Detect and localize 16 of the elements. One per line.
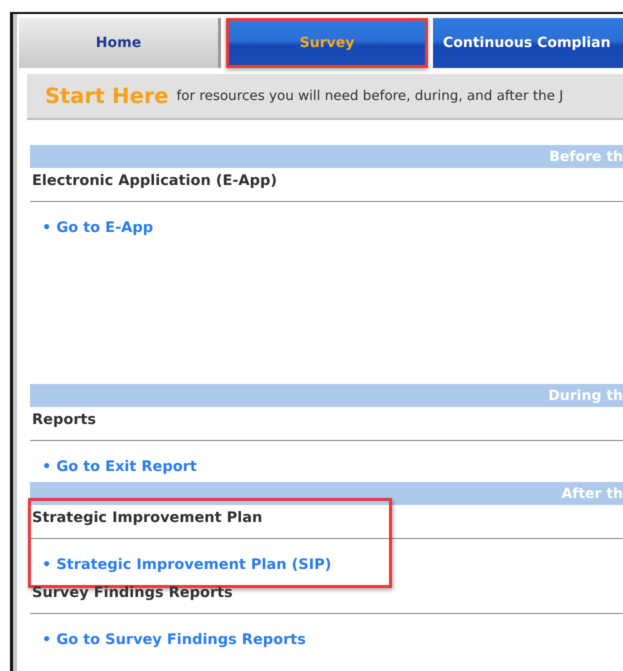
resource-link[interactable]: • Strategic Improvement Plan (SIP)	[42, 557, 332, 573]
section-title: After th	[561, 486, 623, 502]
resource-link[interactable]: • Go to Exit Report	[42, 459, 197, 475]
section-title: During th	[548, 388, 623, 404]
group-heading: Reports	[31, 411, 98, 430]
group-heading: Electronic Application (E-App)	[31, 172, 278, 191]
group-heading: Strategic Improvement Plan	[31, 509, 264, 528]
resource-link[interactable]: • Go to Survey Findings Reports	[42, 632, 306, 648]
nav-tab[interactable]: Continuous Complian	[433, 18, 623, 68]
nav-tab[interactable]: Home	[19, 18, 221, 68]
nav-tab[interactable]: Survey	[226, 18, 428, 68]
banner-title: Start Here	[45, 84, 168, 108]
banner-text: for resources you will need before, during, and after the J	[176, 88, 564, 104]
group-heading: Survey Findings Reports	[31, 584, 234, 603]
section-title: Before th	[549, 148, 623, 164]
resource-link[interactable]: • Go to E-App	[42, 220, 154, 236]
